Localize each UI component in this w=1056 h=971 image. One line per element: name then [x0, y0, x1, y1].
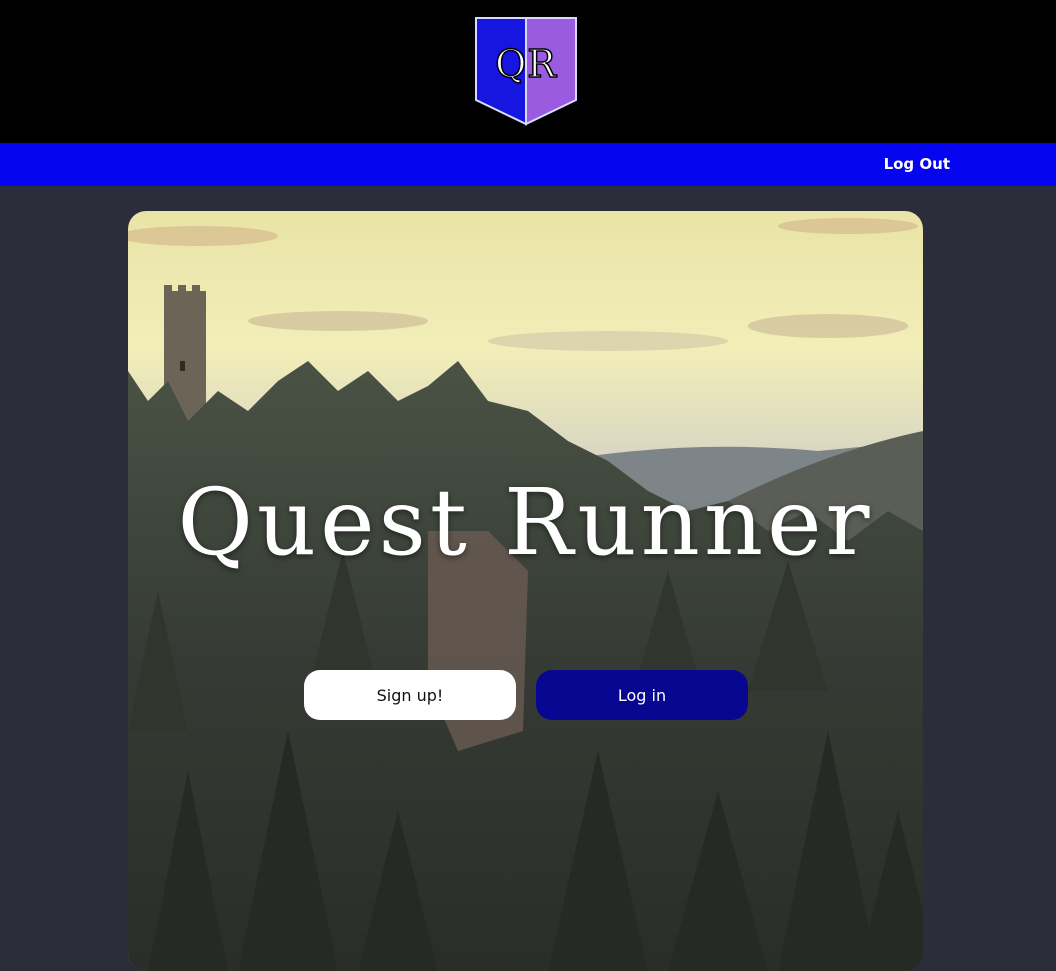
logo-text: QR	[494, 41, 557, 87]
quest-runner-logo[interactable]: QR	[474, 16, 578, 126]
navbar: Log Out	[0, 143, 1056, 186]
hero-card: Quest Runner Sign up! Log in	[128, 211, 923, 971]
logout-link[interactable]: Log Out	[884, 155, 950, 173]
signup-button[interactable]: Sign up!	[304, 670, 516, 720]
login-button[interactable]: Log in	[536, 670, 748, 720]
hero-background-image	[128, 211, 923, 971]
top-header: QR	[0, 0, 1056, 143]
hero-title: Quest Runner	[177, 469, 874, 576]
